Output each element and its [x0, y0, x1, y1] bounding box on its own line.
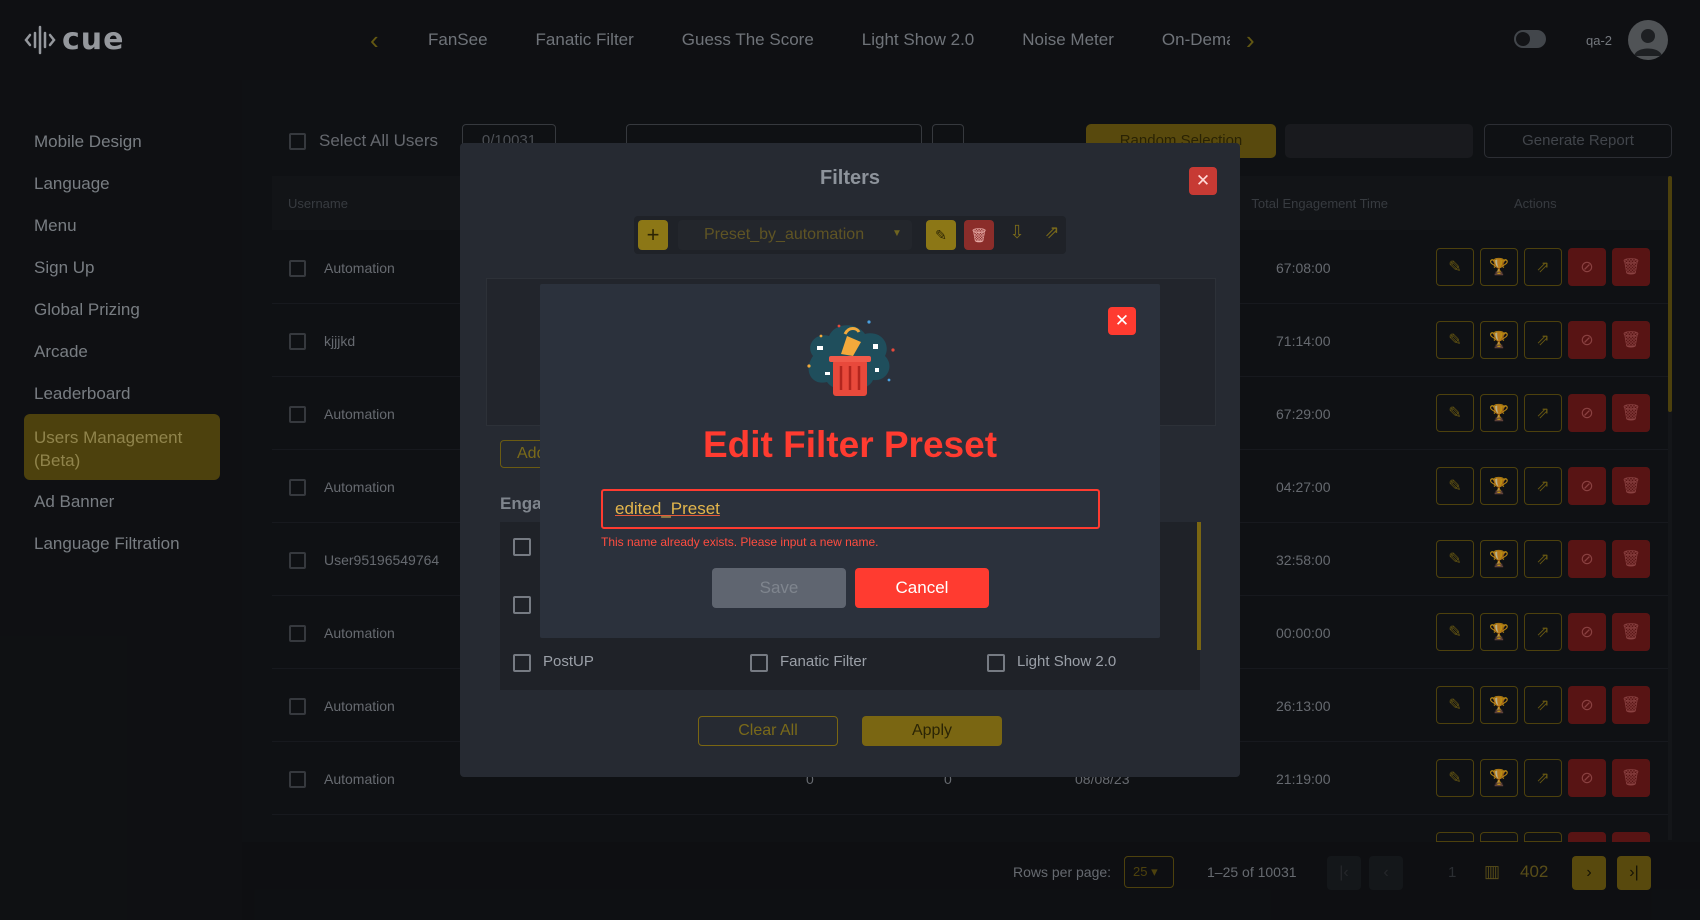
- plus-icon: +: [646, 222, 660, 247]
- chevron-down-icon: ▼: [892, 228, 902, 239]
- clear-all-button[interactable]: Clear All: [698, 716, 838, 746]
- label-light-show: Light Show 2.0: [1017, 653, 1117, 670]
- save-preset-icon[interactable]: ⇩: [1005, 222, 1029, 248]
- delete-preset-button[interactable]: 🗑: [964, 220, 994, 250]
- share-preset-icon[interactable]: ⇗: [1040, 222, 1064, 248]
- edit-preset-button[interactable]: ✎: [926, 220, 956, 250]
- preset-name-input[interactable]: [601, 489, 1100, 529]
- save-button[interactable]: Save: [712, 568, 846, 608]
- dialog-title: Edit Filter Preset: [702, 424, 998, 465]
- filters-close-button[interactable]: ✕: [1189, 167, 1217, 195]
- dialog-close-button[interactable]: ✕: [1108, 307, 1136, 335]
- add-preset-button[interactable]: +: [638, 220, 668, 250]
- close-icon: ✕: [1195, 171, 1211, 190]
- engagement-scrollbar[interactable]: [1197, 522, 1201, 650]
- apply-button[interactable]: Apply: [862, 716, 1002, 746]
- filters-title: Filters: [819, 167, 881, 189]
- engagement-checkbox[interactable]: [513, 596, 531, 614]
- pencil-icon: ✎: [935, 226, 947, 243]
- trash-illustration-icon: [807, 320, 895, 396]
- label-fanatic-filter: Fanatic Filter: [780, 653, 867, 670]
- close-icon: ✕: [1114, 311, 1130, 330]
- checkbox-fanatic-filter[interactable]: [750, 654, 768, 672]
- trash-icon: 🗑: [970, 226, 988, 243]
- checkbox-light-show[interactable]: [987, 654, 1005, 672]
- checkbox-postup[interactable]: [513, 654, 531, 672]
- cancel-button[interactable]: Cancel: [855, 568, 989, 608]
- engagement-checkbox[interactable]: [513, 538, 531, 556]
- preset-select[interactable]: Preset_by_automation: [678, 220, 912, 250]
- name-error-message: This name already exists. Please input a…: [601, 535, 879, 549]
- label-postup: PostUP: [543, 653, 594, 670]
